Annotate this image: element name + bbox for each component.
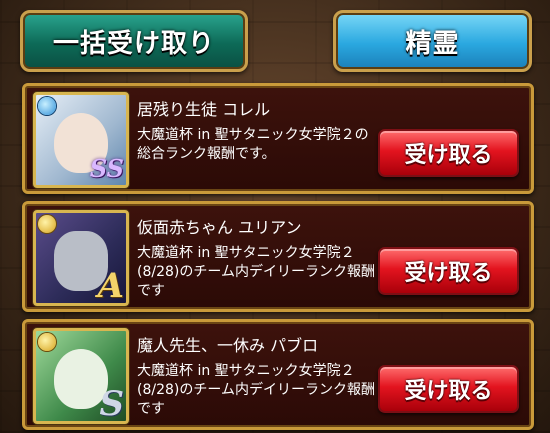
- character-portrait: A: [33, 210, 129, 306]
- element-icon: [38, 215, 56, 233]
- reward-card: A 仮面赤ちゃん ユリアン 大魔道杯 in 聖サタニック女学院２(8/28)のチ…: [22, 201, 534, 312]
- character-name: 仮面赤ちゃん ユリアン: [137, 218, 302, 237]
- receive-button[interactable]: 受け取る: [378, 129, 519, 177]
- reward-description: 大魔道杯 in 聖サタニック女学院２(8/28)のチーム内デイリーランク報酬です: [137, 363, 375, 417]
- receive-button[interactable]: 受け取る: [378, 365, 519, 413]
- rank-icon: A: [97, 266, 124, 306]
- reward-description: 大魔道杯 in 聖サタニック女学院２(8/28)のチーム内デイリーランク報酬です: [137, 245, 375, 299]
- spirit-button[interactable]: 精霊: [333, 10, 532, 72]
- character-portrait: SS: [33, 92, 129, 188]
- reward-card: S 魔人先生、一休み パブロ 大魔道杯 in 聖サタニック女学院２(8/28)の…: [22, 319, 534, 430]
- reward-card: SS 居残り生徒 コレル 大魔道杯 in 聖サタニック女学院２の総合ランク報酬で…: [22, 83, 534, 194]
- element-icon: [38, 97, 56, 115]
- rank-icon: SS: [89, 154, 124, 183]
- character-portrait: S: [33, 328, 129, 424]
- rank-icon: S: [99, 384, 124, 424]
- character-name: 魔人先生、一休み パブロ: [137, 336, 319, 355]
- reward-description: 大魔道杯 in 聖サタニック女学院２の総合ランク報酬です。: [137, 127, 369, 162]
- receive-button[interactable]: 受け取る: [378, 247, 519, 295]
- bulk-receive-button[interactable]: 一括受け取り: [20, 10, 248, 72]
- element-icon: [38, 333, 56, 351]
- character-name: 居残り生徒 コレル: [137, 100, 271, 119]
